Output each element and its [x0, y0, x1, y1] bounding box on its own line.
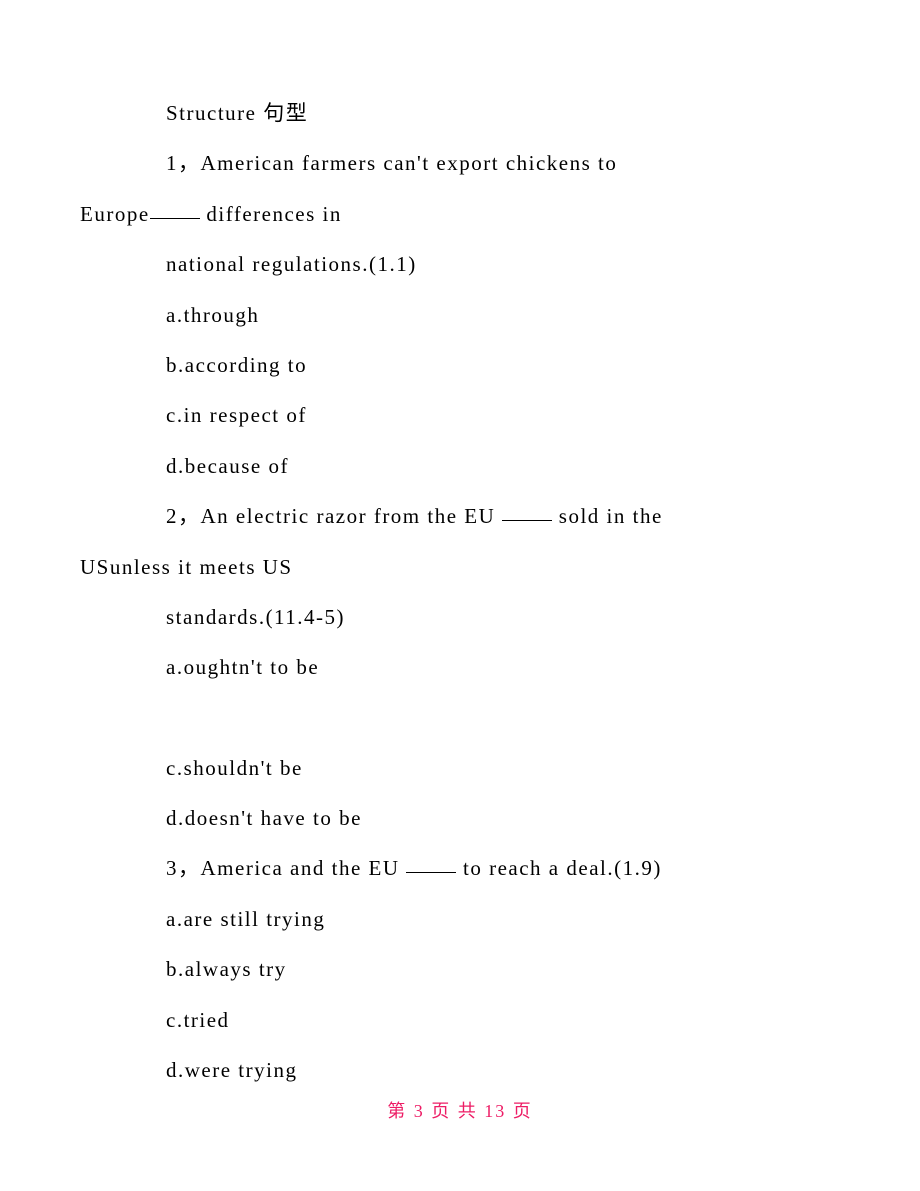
question-3-option-a: a.are still trying — [80, 894, 840, 944]
blank-fill — [150, 198, 200, 219]
blank-fill — [406, 852, 456, 873]
question-2-stem-line3: standards.(11.4-5) — [80, 592, 840, 642]
question-1-stem-line2: Europe differences in — [80, 189, 840, 239]
question-2-option-c: c.shouldn't be — [80, 743, 840, 793]
question-1-option-c: c.in respect of — [80, 390, 840, 440]
question-1-stem-line3: national regulations.(1.1) — [80, 239, 840, 289]
total-pages: 13 — [484, 1101, 506, 1121]
question-2-option-d: d.doesn't have to be — [80, 793, 840, 843]
question-1-option-a: a.through — [80, 290, 840, 340]
question-1-stem-line1: 1，American farmers can't export chickens… — [80, 138, 840, 188]
option-b-missing-spacer — [80, 693, 840, 743]
question-3-option-c: c.tried — [80, 995, 840, 1045]
question-3-option-d: d.were trying — [80, 1045, 840, 1095]
document-body: Structure 句型 1，American farmers can't ex… — [0, 0, 920, 1095]
question-1-option-d: d.because of — [80, 441, 840, 491]
question-2-option-a: a.oughtn't to be — [80, 642, 840, 692]
question-2-stem-line1: 2，An electric razor from the EU sold in … — [80, 491, 840, 541]
current-page: 3 — [414, 1101, 425, 1121]
section-title: Structure 句型 — [80, 88, 840, 138]
page-footer: 第 3 页 共 13 页 — [0, 1097, 920, 1123]
question-1-option-b: b.according to — [80, 340, 840, 390]
question-2-stem-line2: USunless it meets US — [80, 542, 840, 592]
question-3-stem-line1: 3，America and the EU to reach a deal.(1.… — [80, 843, 840, 893]
blank-fill — [502, 500, 552, 521]
question-3-option-b: b.always try — [80, 944, 840, 994]
